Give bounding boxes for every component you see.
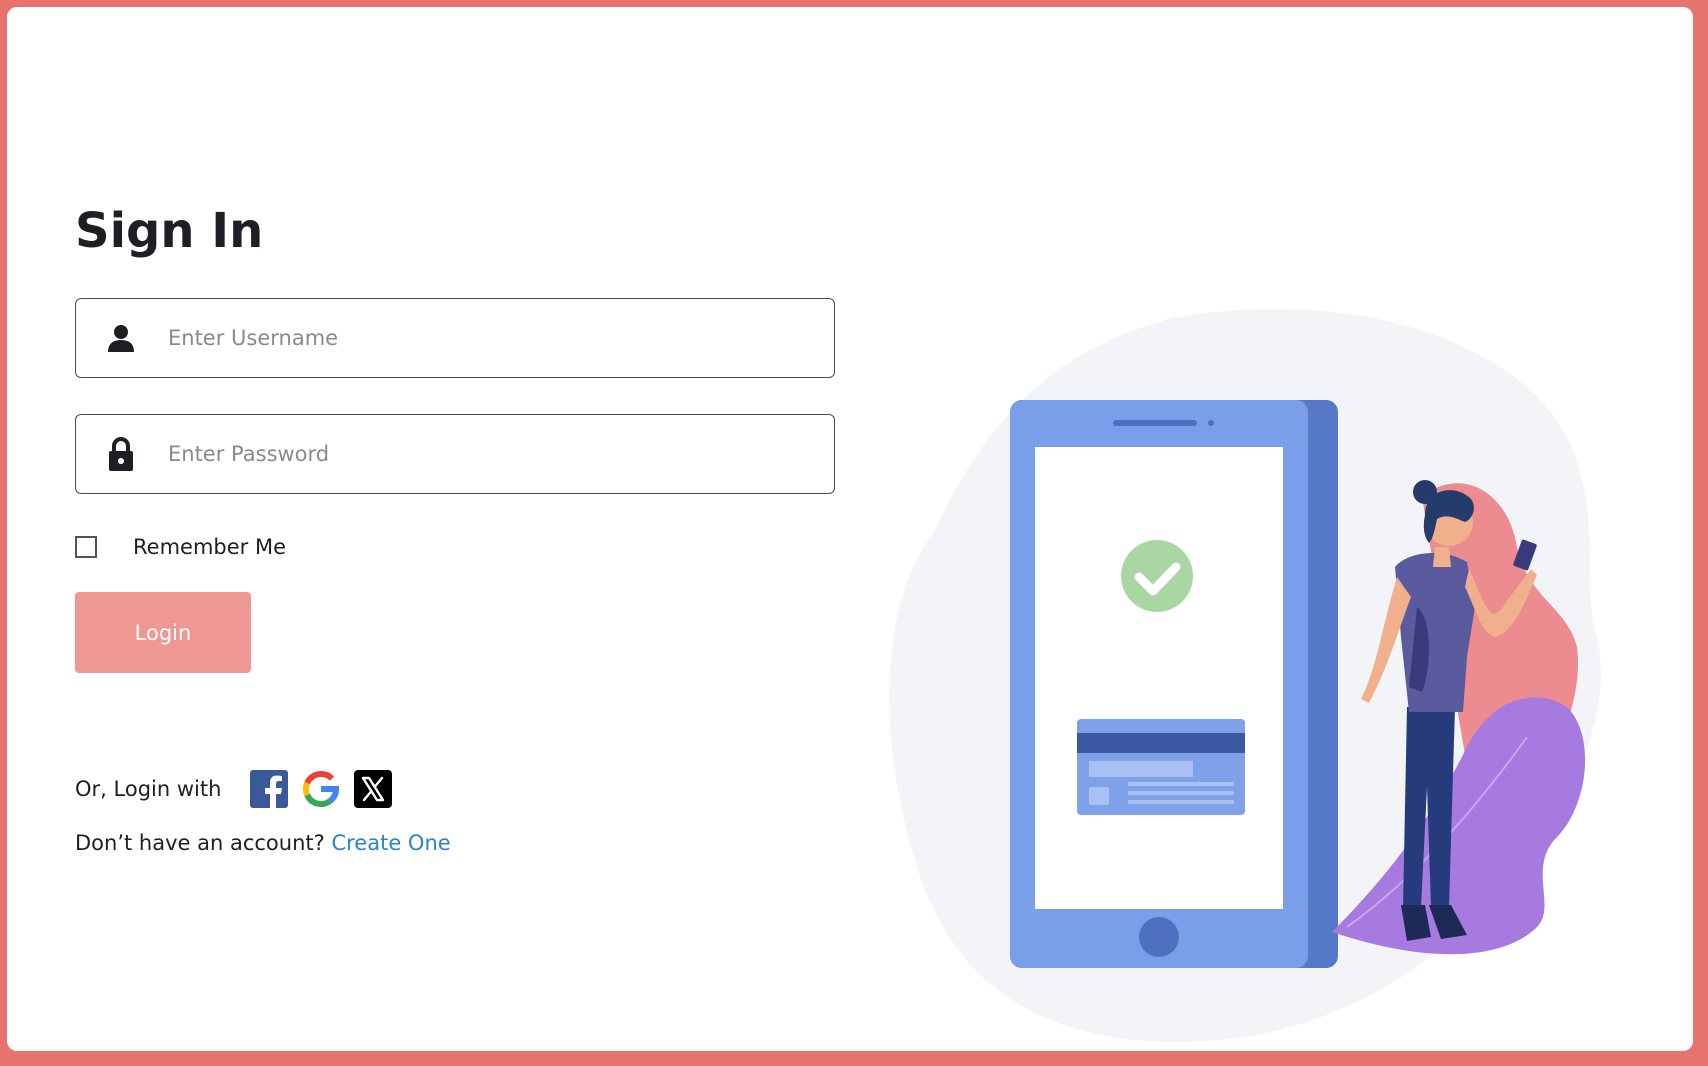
signup-prompt: Don’t have an account? Create One xyxy=(75,831,451,855)
lock-icon xyxy=(104,437,138,471)
social-login-row: Or, Login with xyxy=(75,769,405,809)
create-account-link[interactable]: Create One xyxy=(331,831,450,855)
user-icon xyxy=(104,321,138,355)
remember-me[interactable]: Remember Me xyxy=(75,535,286,559)
password-field[interactable] xyxy=(75,414,835,494)
google-icon[interactable] xyxy=(301,769,341,809)
signup-prompt-text: Don’t have an account? xyxy=(75,831,325,855)
login-card: Sign In Remember Me Login Or, Login with xyxy=(7,7,1693,1051)
username-input[interactable] xyxy=(166,298,834,378)
login-illustration xyxy=(877,307,1657,1047)
password-input[interactable] xyxy=(166,414,834,494)
remember-me-label: Remember Me xyxy=(133,535,286,559)
social-login-label: Or, Login with xyxy=(75,777,222,801)
remember-me-checkbox[interactable] xyxy=(75,536,97,558)
page-title: Sign In xyxy=(75,203,264,259)
x-icon[interactable] xyxy=(353,769,393,809)
username-field[interactable] xyxy=(75,298,835,378)
facebook-icon[interactable] xyxy=(249,769,289,809)
phone-graphic xyxy=(1010,400,1338,968)
login-button[interactable]: Login xyxy=(75,592,251,673)
